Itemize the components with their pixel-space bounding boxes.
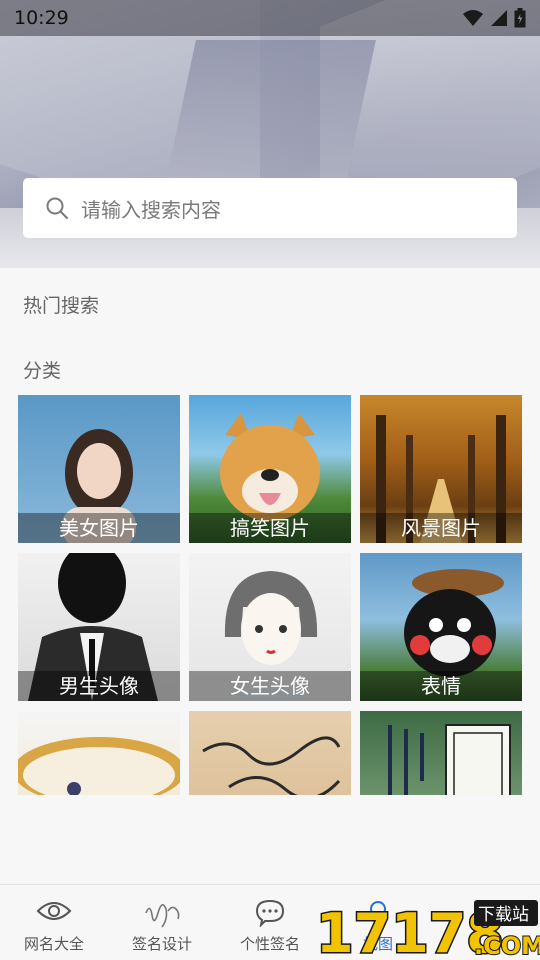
hot-search-title: 热门搜索 [23,295,100,317]
tab-label: 个性签名 [239,935,300,953]
battery-icon [514,8,526,28]
category-tile-funny[interactable]: 搞笑图片 [189,395,351,543]
category-title: 分类 [23,360,62,382]
category-tile-scenery[interactable]: 风景图片 [360,395,522,543]
signal-icon [491,10,507,26]
category-label: 表情 [360,671,522,701]
category-label: 美女图片 [18,513,180,543]
chat-bubble-icon [255,899,285,927]
category-tile-7[interactable] [18,711,180,795]
watermark-logo: 17178 下载站 .COM [316,900,540,960]
signature-icon [145,904,180,928]
category-tile-female-avatar[interactable]: 女生头像 [189,553,351,701]
status-bar: 10:29 [0,0,540,36]
wifi-icon [463,10,483,26]
status-time: 10:29 [14,7,69,29]
tab-label: 网名大全 [23,935,84,953]
category-label: 女生头像 [189,671,351,701]
search-placeholder[interactable]: 请输入搜索内容 [81,194,221,223]
category-tile-8[interactable] [189,711,351,795]
category-tile-male-avatar[interactable]: 男生头像 [18,553,180,701]
category-label: 风景图片 [360,513,522,543]
tab-label: 签名设计 [131,935,192,953]
calligraphy-image [202,736,341,795]
watermark-suffix: .COM [474,932,540,960]
tab-personal-signature[interactable]: 个性签名 [216,885,324,960]
cake-image [18,737,180,795]
tab-nickname[interactable]: 网名大全 [0,885,108,960]
status-icons [462,8,526,28]
category-label: 男生头像 [18,671,180,701]
category-grid: 美女图片 搞笑图片 风景图片 男生头像 女生头像 表情 [18,395,522,795]
search-icon [46,197,68,219]
category-label: 搞笑图片 [189,513,351,543]
category-tile-emoji[interactable]: 表情 [360,553,522,701]
search-bar[interactable]: 请输入搜索内容 [23,178,517,238]
category-tile-beauty[interactable]: 美女图片 [18,395,180,543]
poster-image [388,724,511,795]
watermark-badge: 下载站 [478,905,529,925]
tab-signature-design[interactable]: 签名设计 [108,885,216,960]
category-tile-9[interactable] [360,711,522,795]
eye-icon [36,902,72,920]
